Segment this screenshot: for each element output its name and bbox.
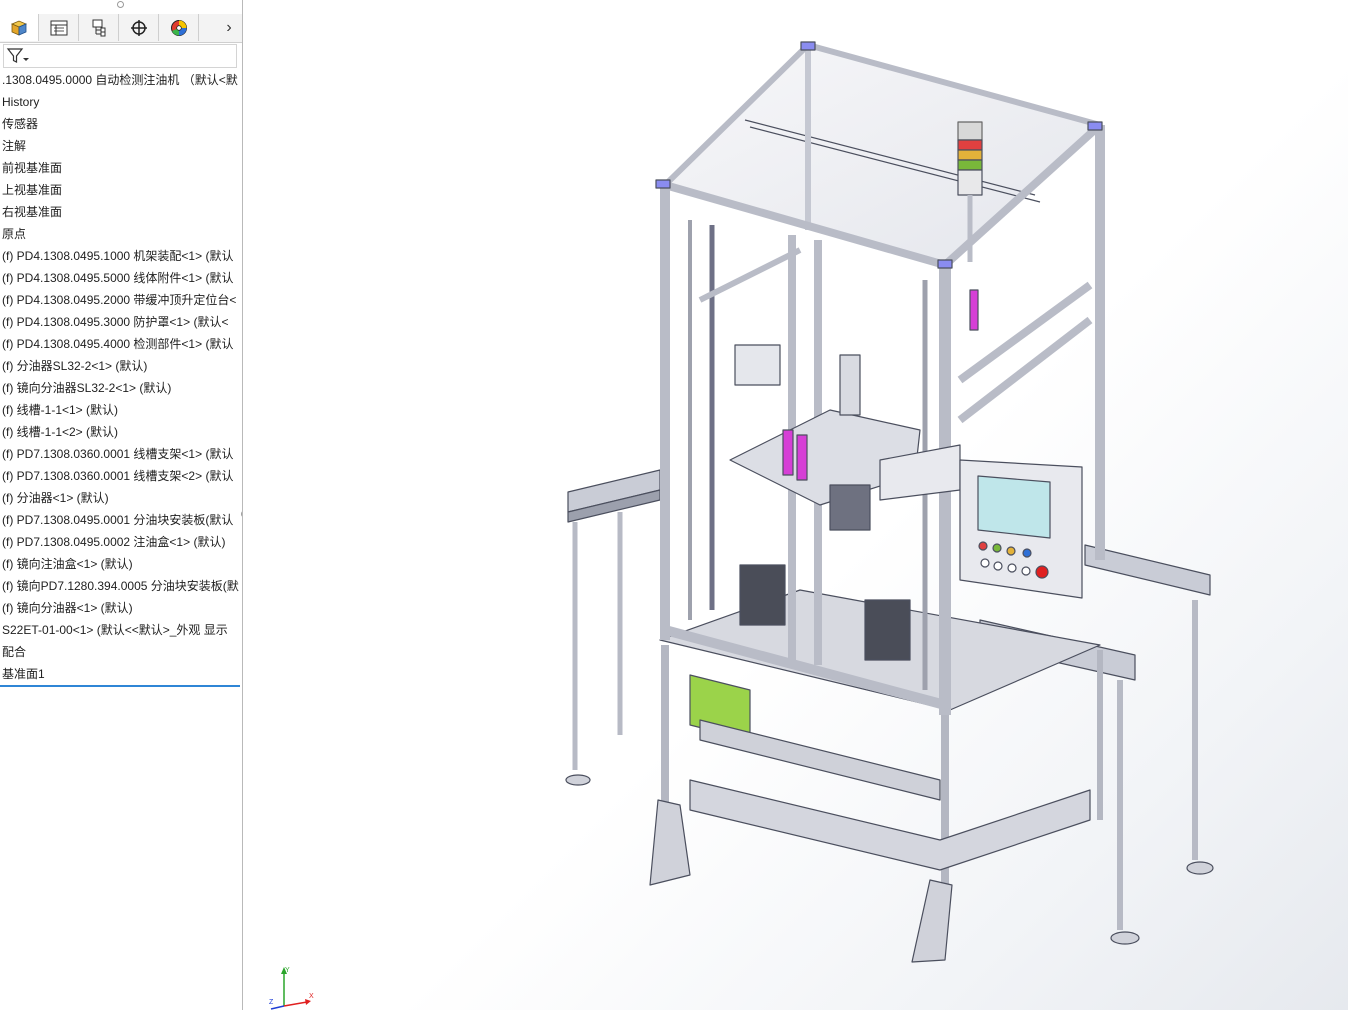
tree-item[interactable]: 右视基准面	[0, 201, 242, 223]
dimxpert-tab[interactable]	[120, 14, 159, 41]
tree-item[interactable]: (f) PD4.1308.0495.4000 检测部件<1> (默认	[0, 333, 242, 355]
tree-item[interactable]: (f) 镜向注油盒<1> (默认)	[0, 553, 242, 575]
configurationmanager-tab[interactable]	[80, 14, 119, 41]
configuration-icon	[92, 19, 106, 36]
tree-item[interactable]: 基准面1	[0, 663, 240, 687]
tree-item[interactable]: 配合	[0, 641, 242, 663]
part-icon	[10, 20, 28, 36]
tree-item[interactable]: (f) PD4.1308.0495.1000 机架装配<1> (默认	[0, 245, 242, 267]
tree-item[interactable]: (f) 镜向分油器SL32-2<1> (默认)	[0, 377, 242, 399]
tree-item[interactable]: 上视基准面	[0, 179, 242, 201]
tree-item[interactable]: (f) PD4.1308.0495.3000 防护罩<1> (默认<	[0, 311, 242, 333]
triad-y-label: Y	[285, 967, 290, 974]
tree-item[interactable]: (f) PD7.1308.0360.0001 线槽支架<1> (默认	[0, 443, 242, 465]
tree-item[interactable]: 前视基准面	[0, 157, 242, 179]
tree-item[interactable]: (f) 线槽-1-1<2> (默认)	[0, 421, 242, 443]
reference-triad: Y X Z	[267, 964, 317, 1010]
tree-item[interactable]: (f) 分油器<1> (默认)	[0, 487, 242, 509]
tree-item[interactable]: (f) PD7.1308.0360.0001 线槽支架<2> (默认	[0, 465, 242, 487]
tree-item[interactable]: (f) 镜向分油器<1> (默认)	[0, 597, 242, 619]
tree-item[interactable]: (f) PD7.1308.0495.0002 注油盒<1> (默认)	[0, 531, 242, 553]
featuremanager-tab[interactable]	[0, 14, 39, 41]
tree-item[interactable]: 原点	[0, 223, 242, 245]
crosshair-icon	[131, 19, 147, 36]
property-list-icon	[50, 20, 68, 35]
tree-item[interactable]: (f) PD7.1308.0495.0001 分油块安装板(默认	[0, 509, 242, 531]
manager-tab-bar: ›	[0, 14, 242, 43]
graphics-viewport[interactable]: Y X Z	[243, 0, 1348, 1010]
tree-item[interactable]: 传感器	[0, 113, 242, 135]
tree-item[interactable]: (f) PD4.1308.0495.2000 带缓冲顶升定位台<	[0, 289, 242, 311]
tree-item[interactable]: (f) 分油器SL32-2<1> (默认)	[0, 355, 242, 377]
appearance-pie-icon	[171, 19, 187, 36]
propertymanager-tab[interactable]	[40, 14, 79, 41]
triad-z-label: Z	[269, 999, 274, 1006]
triad-x-label: X	[309, 993, 314, 1000]
tree-item[interactable]: S22ET-01-00<1> (默认<<默认>_外观 显示	[0, 619, 242, 641]
tree-item[interactable]: 注解	[0, 135, 242, 157]
panel-grip-handle[interactable]	[117, 1, 124, 8]
machine-model-render[interactable]	[243, 0, 1348, 1010]
tree-item[interactable]: (f) 线槽-1-1<1> (默认)	[0, 399, 242, 421]
funnel-filter-icon[interactable]	[6, 46, 34, 66]
tree-filter-box[interactable]	[3, 44, 237, 68]
feature-manager-panel: › .1308.0495.0000 自动检测注油机 （默认<默 History 传感…	[0, 0, 243, 1010]
tree-item[interactable]: .1308.0495.0000 自动检测注油机 （默认<默	[0, 69, 242, 91]
display-manager-tab[interactable]	[160, 14, 199, 41]
tree-item[interactable]: (f) 镜向PD7.1280.394.0005 分油块安装板(默	[0, 575, 242, 597]
more-tabs-arrow-icon[interactable]: ›	[216, 14, 242, 41]
tree-item[interactable]: (f) PD4.1308.0495.5000 线体附件<1> (默认	[0, 267, 242, 289]
feature-tree: .1308.0495.0000 自动检测注油机 （默认<默 History 传感器注…	[0, 69, 242, 687]
tree-item[interactable]: History	[0, 91, 242, 113]
